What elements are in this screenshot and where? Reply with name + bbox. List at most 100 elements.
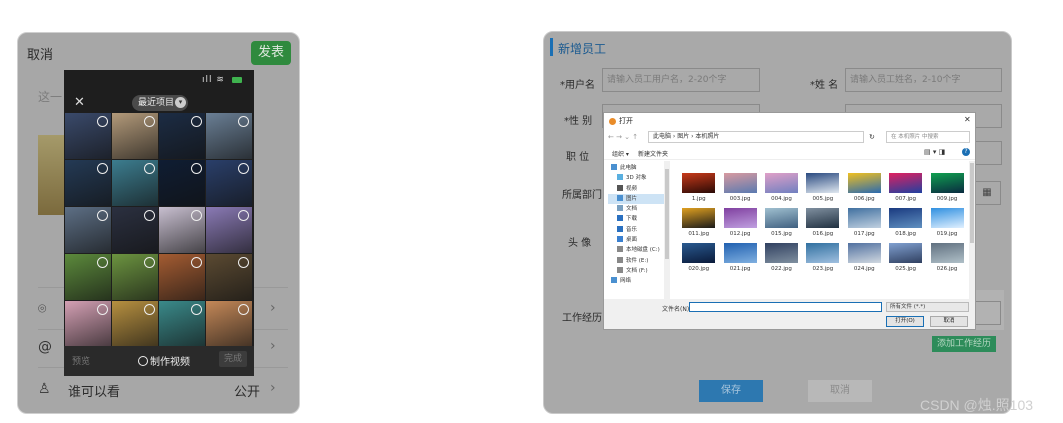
tree-item[interactable]: 3D 对象	[608, 173, 666, 183]
tree-item[interactable]: 下载	[608, 214, 666, 224]
tree-item[interactable]: 本地磁盘 (C:)	[608, 245, 666, 255]
post-text-hint[interactable]: 这一	[38, 88, 62, 105]
photo-thumbnail[interactable]	[206, 160, 252, 206]
select-circle-icon[interactable]	[144, 257, 155, 268]
photo-thumbnail[interactable]	[65, 207, 111, 253]
select-circle-icon[interactable]	[97, 257, 108, 268]
select-circle-icon[interactable]	[191, 304, 202, 315]
open-button[interactable]: 打开(O)	[886, 316, 924, 327]
photo-thumbnail[interactable]	[159, 113, 205, 159]
close-icon[interactable]: ✕	[74, 95, 85, 110]
photo-thumbnail[interactable]	[159, 207, 205, 253]
file-item[interactable]: 018.jpg	[885, 208, 926, 237]
help-icon[interactable]: ?	[962, 148, 970, 156]
select-circle-icon[interactable]	[144, 163, 155, 174]
file-item[interactable]: 012.jpg	[719, 208, 760, 237]
select-circle-icon[interactable]	[238, 210, 249, 221]
file-item[interactable]: 015.jpg	[761, 208, 802, 237]
select-circle-icon[interactable]	[238, 116, 249, 127]
file-item[interactable]: 025.jpg	[885, 243, 926, 272]
photo-thumbnail[interactable]	[206, 113, 252, 159]
file-item[interactable]: 021.jpg	[719, 243, 760, 272]
file-item[interactable]: 007.jpg	[885, 173, 926, 202]
photo-thumbnail[interactable]	[65, 301, 111, 347]
new-folder-button[interactable]: 新建文件夹	[638, 149, 668, 158]
photo-thumbnail[interactable]	[112, 301, 158, 347]
publish-button[interactable]: 发表	[251, 41, 291, 65]
organize-button[interactable]: 组织 ▾	[612, 149, 629, 158]
file-item[interactable]: 011.jpg	[678, 208, 719, 237]
photo-thumbnail[interactable]	[65, 113, 111, 159]
save-button[interactable]: 保存	[699, 380, 763, 402]
select-circle-icon[interactable]	[191, 257, 202, 268]
file-item[interactable]: 024.jpg	[844, 243, 885, 272]
username-input[interactable]: 请输入员工用户名，2-20个字	[602, 68, 760, 92]
select-circle-icon[interactable]	[191, 210, 202, 221]
select-circle-icon[interactable]	[97, 116, 108, 127]
photo-thumbnail[interactable]	[112, 207, 158, 253]
tree-item[interactable]: 视频	[608, 184, 666, 194]
file-item[interactable]: 020.jpg	[678, 243, 719, 272]
photo-thumbnail[interactable]	[159, 301, 205, 347]
file-item[interactable]: 006.jpg	[844, 173, 885, 202]
tree-item[interactable]: 软件 (E:)	[608, 256, 666, 266]
file-item[interactable]: 023.jpg	[802, 243, 843, 272]
tree-item[interactable]: 网络	[608, 276, 666, 286]
refresh-icon[interactable]: ↻	[869, 131, 881, 143]
search-input[interactable]: 在 本机照片 中搜索	[886, 131, 970, 143]
photo-thumbnail[interactable]	[206, 254, 252, 300]
file-item[interactable]: 019.jpg	[926, 208, 967, 237]
select-circle-icon[interactable]	[144, 304, 155, 315]
cancel-button[interactable]: 取消	[930, 316, 968, 327]
photo-thumbnail[interactable]	[159, 160, 205, 206]
photo-thumbnail[interactable]	[206, 301, 252, 347]
select-circle-icon[interactable]	[191, 116, 202, 127]
select-circle-icon[interactable]	[97, 304, 108, 315]
file-scrollbar[interactable]	[969, 161, 975, 299]
cancel-button[interactable]: 取消	[27, 44, 53, 63]
select-circle-icon[interactable]	[238, 163, 249, 174]
address-bar[interactable]: 此电脑 › 图片 › 本机照片	[648, 131, 864, 143]
select-circle-icon[interactable]	[97, 163, 108, 174]
file-item[interactable]: 003.jpg	[719, 173, 760, 202]
select-circle-icon[interactable]	[238, 257, 249, 268]
work-experience-input[interactable]	[973, 301, 1001, 325]
tree-item[interactable]: 桌面	[608, 235, 666, 245]
close-icon[interactable]: ✕	[964, 115, 971, 124]
tree-scrollbar[interactable]	[664, 161, 670, 299]
make-video-option[interactable]: 制作视频	[138, 353, 190, 368]
filetype-select[interactable]: 所有文件 (*.*)	[886, 302, 969, 312]
select-circle-icon[interactable]	[144, 116, 155, 127]
tree-item[interactable]: 此电脑	[608, 163, 666, 173]
photo-thumbnail[interactable]	[159, 254, 205, 300]
visibility-row[interactable]: ♙ 谁可以看 公开 ›	[18, 371, 299, 409]
tree-item[interactable]: 图片	[608, 193, 666, 205]
photo-thumbnail[interactable]	[112, 113, 158, 159]
file-item[interactable]: 005.jpg	[802, 173, 843, 202]
select-circle-icon[interactable]	[191, 163, 202, 174]
file-item[interactable]: 009.jpg	[926, 173, 967, 202]
view-options-icon[interactable]: ▤ ▾ ◨	[924, 148, 945, 156]
file-item[interactable]: 004.jpg	[761, 173, 802, 202]
file-item[interactable]: 022.jpg	[761, 243, 802, 272]
name-input[interactable]: 请输入员工姓名，2-10个字	[845, 68, 1002, 92]
photo-thumbnail[interactable]	[65, 254, 111, 300]
calendar-icon[interactable]: ▦	[973, 181, 1001, 205]
photo-thumbnail[interactable]	[206, 207, 252, 253]
select-circle-icon[interactable]	[97, 210, 108, 221]
album-selector[interactable]: 最近项目 ▾	[132, 95, 188, 111]
photo-thumbnail[interactable]	[112, 254, 158, 300]
cancel-button[interactable]: 取消	[808, 380, 872, 402]
file-item[interactable]: 026.jpg	[926, 243, 967, 272]
done-button[interactable]: 完成	[219, 351, 247, 367]
photo-thumbnail[interactable]	[65, 160, 111, 206]
file-item[interactable]: 017.jpg	[844, 208, 885, 237]
file-item[interactable]: 016.jpg	[802, 208, 843, 237]
photo-thumbnail[interactable]	[112, 160, 158, 206]
tree-item[interactable]: 文档	[608, 204, 666, 214]
nav-arrows-icon[interactable]: ← → ⌄ ↑	[608, 133, 638, 141]
select-circle-icon[interactable]	[238, 304, 249, 315]
filename-input[interactable]	[689, 302, 882, 312]
add-work-experience-button[interactable]: 添加工作经历	[932, 336, 996, 352]
tree-item[interactable]: 音乐	[608, 225, 666, 235]
